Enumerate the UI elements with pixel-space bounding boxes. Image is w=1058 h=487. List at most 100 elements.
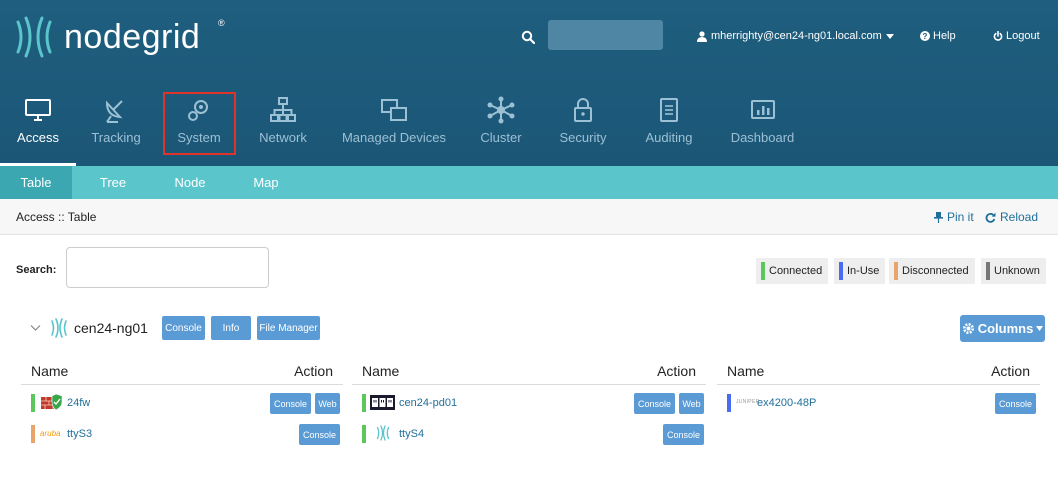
nav-label-network: Network: [259, 130, 307, 145]
nav-tracking[interactable]: Tracking: [76, 92, 156, 166]
nav-label-cluster: Cluster: [480, 130, 522, 145]
chevron-down-icon: [885, 33, 894, 39]
legend-connected: Connected: [756, 258, 829, 284]
legend-in-use: In-Use: [834, 258, 886, 284]
gear-icon: [188, 100, 208, 121]
legend-label-unknown: Unknown: [994, 265, 1040, 277]
columns-label: Columns: [977, 321, 1034, 336]
aruba-logo-icon: aruba: [40, 429, 61, 438]
breadcrumb-bar: Access :: Table Pin it Reload: [0, 199, 1058, 235]
nav-label-managed-devices: Managed Devices: [341, 130, 447, 145]
table-header: Name Action: [717, 355, 1040, 385]
legend-swatch-in-use: [839, 262, 843, 280]
svg-text:?: ?: [923, 32, 928, 41]
dashboard-icon: [750, 100, 775, 119]
nav-label-dashboard: Dashboard: [730, 130, 795, 145]
column-name-header: Name: [31, 363, 69, 379]
pin-it-link[interactable]: Pin it: [934, 210, 974, 224]
nav-auditing[interactable]: Auditing: [628, 92, 710, 166]
column-action-header: Action: [657, 363, 696, 379]
port-link-ex4200-48p[interactable]: ex4200-48P: [757, 397, 816, 409]
console-button[interactable]: Console: [299, 424, 340, 445]
tab-map[interactable]: Map: [226, 166, 306, 199]
monitor-icon: [25, 99, 51, 121]
satellite-dish-icon: [105, 100, 123, 123]
search-icon[interactable]: [521, 30, 535, 44]
port-table-2: Name Action cen24-pd01 Console Web ttyS4…: [352, 355, 706, 451]
firewall-icon: [41, 393, 63, 411]
help-link[interactable]: ? Help: [920, 30, 956, 42]
status-indicator: [31, 394, 35, 412]
legend-swatch-disconnected: [894, 262, 898, 280]
status-indicator: [362, 394, 366, 412]
table-row: ttyS4 Console: [352, 416, 706, 447]
nav-network[interactable]: Network: [242, 92, 324, 166]
nav-cluster[interactable]: Cluster: [464, 92, 538, 166]
port-link-ttys3[interactable]: ttyS3: [67, 428, 92, 440]
nav-label-system: System: [177, 130, 221, 145]
tab-node[interactable]: Node: [154, 166, 226, 199]
nav-label-access: Access: [17, 130, 59, 145]
nodegrid-icon: [376, 425, 390, 441]
port-link-24fw[interactable]: 24fw: [67, 397, 90, 409]
user-menu[interactable]: mherrighty@cen24-ng01.local.com: [697, 30, 894, 42]
logo-text: nodegrid: [64, 17, 201, 56]
registered-mark: ®: [218, 18, 225, 28]
legend-label-disconnected: Disconnected: [902, 265, 969, 277]
nav-label-security: Security: [559, 130, 607, 145]
port-table-3: Name Action JUNIPER ex4200-48P Console: [717, 355, 1040, 451]
columns-button[interactable]: Columns: [960, 315, 1045, 342]
main-nav: Access Tracking System Network Managed D…: [0, 92, 815, 166]
pdu-icon: [370, 395, 395, 410]
nav-label-tracking: Tracking: [91, 130, 141, 145]
table-row: cen24-pd01 Console Web: [352, 385, 706, 416]
nav-security[interactable]: Security: [538, 92, 628, 166]
search-input[interactable]: [66, 247, 269, 288]
pin-it-label: Pin it: [947, 210, 974, 224]
table-row: JUNIPER ex4200-48P Console: [717, 385, 1040, 416]
power-icon: [993, 31, 1003, 41]
console-button[interactable]: Console: [663, 424, 704, 445]
port-table-1: Name Action 24fw Console Web aruba ttyS3…: [21, 355, 343, 451]
nav-dashboard[interactable]: Dashboard: [710, 92, 815, 166]
table-row: 24fw Console Web: [21, 385, 343, 416]
console-button[interactable]: Console: [270, 393, 311, 414]
help-icon: ?: [920, 31, 930, 41]
file-manager-button[interactable]: File Manager: [257, 316, 320, 340]
legend-disconnected: Disconnected: [889, 258, 975, 284]
web-button[interactable]: Web: [315, 393, 340, 414]
nodegrid-logo[interactable]: nodegrid ®: [14, 16, 225, 58]
nav-access[interactable]: Access: [0, 92, 76, 166]
network-icon: [270, 97, 296, 122]
tab-tree[interactable]: Tree: [72, 166, 154, 199]
port-link-ttys4[interactable]: ttyS4: [399, 428, 424, 440]
legend-swatch-connected: [761, 262, 765, 280]
devices-icon: [381, 99, 407, 121]
legend-swatch-unknown: [986, 262, 990, 280]
column-name-header: Name: [727, 363, 765, 379]
legend-unknown: Unknown: [981, 258, 1046, 284]
console-button[interactable]: Console: [995, 393, 1036, 414]
column-action-header: Action: [294, 363, 333, 379]
reload-link[interactable]: Reload: [985, 210, 1038, 224]
device-console-button[interactable]: Console: [162, 316, 205, 340]
caret-down-icon: [1036, 326, 1044, 331]
nav-label-auditing: Auditing: [645, 130, 693, 145]
web-button[interactable]: Web: [679, 393, 704, 414]
logout-link[interactable]: Logout: [993, 30, 1040, 42]
tab-table[interactable]: Table: [0, 166, 72, 199]
nav-system[interactable]: System: [156, 92, 242, 166]
device-name: cen24-ng01: [74, 320, 148, 336]
global-search-input[interactable]: [548, 20, 663, 50]
nodegrid-device-icon: [51, 318, 67, 338]
device-info-button[interactable]: Info: [211, 316, 251, 340]
sub-nav: Table Tree Node Map: [0, 166, 1058, 199]
legend-label-connected: Connected: [769, 265, 823, 277]
console-button[interactable]: Console: [634, 393, 675, 414]
nav-managed-devices[interactable]: Managed Devices: [324, 92, 464, 166]
chevron-down-icon[interactable]: [30, 322, 41, 333]
logout-label: Logout: [1006, 30, 1040, 42]
reload-icon: [985, 212, 996, 223]
lock-icon: [574, 98, 592, 122]
port-link-cen24-pd01[interactable]: cen24-pd01: [399, 397, 457, 409]
